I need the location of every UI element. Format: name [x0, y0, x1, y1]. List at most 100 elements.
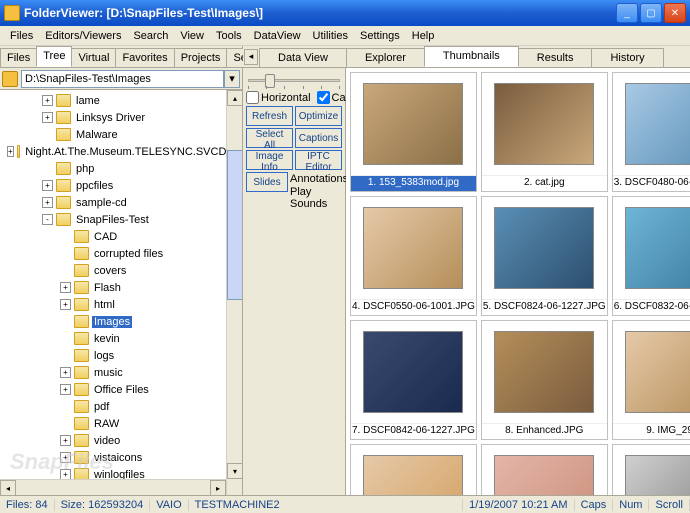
thumbnail[interactable]: 9. IMG_2955	[612, 320, 690, 440]
tree-node[interactable]: corrupted files	[2, 245, 240, 262]
scroll-down-button[interactable]: ▾	[227, 463, 242, 479]
thumbnail[interactable]: 7. DSCF0842-06-1227.JPG	[350, 320, 477, 440]
thumbnail-caption: 8. Enhanced.JPG	[482, 423, 607, 439]
tree-node[interactable]: kevin	[2, 330, 240, 347]
scroll-thumb[interactable]	[227, 150, 242, 300]
folder-icon	[56, 111, 71, 124]
control-panel: Horizontal Captions Refresh Optimize Sel…	[243, 68, 346, 495]
iptc-editor-button[interactable]: IPTC Editor	[295, 150, 342, 170]
menu-files[interactable]: Files	[4, 28, 39, 44]
scroll-right-button[interactable]: ▸	[210, 480, 226, 495]
thumbnail[interactable]: 1. 153_5383mod.jpg	[350, 72, 477, 192]
expander-icon[interactable]: +	[60, 367, 71, 378]
path-dropdown[interactable]: ▾	[224, 70, 240, 88]
expander-icon[interactable]: +	[42, 180, 53, 191]
tree-node[interactable]: +Flash	[2, 279, 240, 296]
tree-label: Office Files	[92, 384, 151, 396]
tree-node[interactable]: +sample-cd	[2, 194, 240, 211]
tree-label: video	[92, 435, 122, 447]
scroll-left-button[interactable]: ◂	[0, 480, 16, 495]
tree-label: ppcfiles	[74, 180, 115, 192]
tree-node[interactable]: +lame	[2, 92, 240, 109]
path-input[interactable]	[21, 70, 224, 88]
tree-node[interactable]: logs	[2, 347, 240, 364]
tree-node[interactable]: RAW	[2, 415, 240, 432]
select-all-button[interactable]: Select All	[246, 128, 293, 148]
left-tab-projects[interactable]: Projects	[174, 48, 228, 67]
tree-node[interactable]: covers	[2, 262, 240, 279]
thumbnail[interactable]: 11. IMG_3915.JPG	[481, 444, 608, 495]
left-tab-virtual[interactable]: Virtual	[71, 48, 116, 67]
close-button[interactable]: ✕	[664, 3, 686, 23]
left-tab-favorites[interactable]: Favorites	[115, 48, 174, 67]
tree-label: RAW	[92, 418, 121, 430]
tree-node[interactable]: +Linksys Driver	[2, 109, 240, 126]
minimize-button[interactable]: _	[616, 3, 638, 23]
folder-tree: +lame+Linksys DriverMalware+Night.At.The…	[0, 90, 242, 495]
maximize-button[interactable]: ▢	[640, 3, 662, 23]
tree-hscrollbar[interactable]: ◂ ▸	[0, 479, 226, 495]
captions-button[interactable]: Captions	[295, 128, 342, 148]
tree-node[interactable]: -SnapFiles-Test	[2, 211, 240, 228]
expander-icon[interactable]: +	[60, 282, 71, 293]
thumbnail[interactable]: 6. DSCF0832-06-1227.JPG	[612, 196, 690, 316]
expander-icon[interactable]: -	[42, 214, 53, 225]
folder-icon	[2, 71, 18, 87]
slides-button[interactable]: Slides	[246, 172, 288, 192]
tab-prev-button[interactable]: ◂	[244, 49, 258, 65]
thumbnail[interactable]: 12. IMG_3915_sketch.JPG	[612, 444, 690, 495]
thumbnail[interactable]: 4. DSCF0550-06-1001.JPG	[350, 196, 477, 316]
tree-node[interactable]: + ppcfiles	[2, 177, 240, 194]
captions-checkbox[interactable]	[317, 91, 330, 104]
optimize-button[interactable]: Optimize	[295, 106, 342, 126]
left-tab-files[interactable]: Files	[0, 48, 37, 67]
image-info-button[interactable]: Image Info	[246, 150, 293, 170]
right-tab-explorer[interactable]: Explorer	[346, 48, 425, 67]
tree-label: corrupted files	[92, 248, 165, 260]
tree-node[interactable]: +html	[2, 296, 240, 313]
tree-node[interactable]: Malware	[2, 126, 240, 143]
refresh-button[interactable]: Refresh	[246, 106, 293, 126]
menu-settings[interactable]: Settings	[354, 28, 406, 44]
tree-node[interactable]: +Night.At.The.Museum.TELESYNC.SVCD-C	[2, 143, 240, 160]
thumbnail[interactable]: 3. DSCF0480-06-0903.JPG	[612, 72, 690, 192]
thumbnail[interactable]: 8. Enhanced.JPG	[481, 320, 608, 440]
scroll-up-button[interactable]: ▴	[227, 90, 242, 106]
expander-icon[interactable]: +	[42, 112, 53, 123]
status-datetime: 1/19/2007 10:21 AM	[463, 499, 574, 511]
thumbnail[interactable]: 5. DSCF0824-06-1227.JPG	[481, 196, 608, 316]
title-bar: FolderViewer: [D:\SnapFiles-Test\Images\…	[0, 0, 690, 26]
folder-icon	[56, 179, 71, 192]
menu-help[interactable]: Help	[406, 28, 441, 44]
tree-scrollbar[interactable]: ▴ ▾	[226, 90, 242, 495]
horizontal-checkbox[interactable]	[246, 91, 259, 104]
thumbnail[interactable]: 2. cat.jpg	[481, 72, 608, 192]
expander-icon[interactable]: +	[42, 95, 53, 106]
tree-node[interactable]: php	[2, 160, 240, 177]
tree-node[interactable]: CAD	[2, 228, 240, 245]
left-tab-tree[interactable]: Tree	[36, 46, 72, 67]
expander-icon[interactable]: +	[60, 299, 71, 310]
expander-icon[interactable]: +	[7, 146, 14, 157]
right-tab-results[interactable]: Results	[518, 48, 593, 67]
tree-label: music	[92, 367, 125, 379]
right-tab-dataview[interactable]: Data View	[259, 48, 347, 67]
tree-node[interactable]: + music	[2, 364, 240, 381]
right-tab-history[interactable]: History	[591, 48, 663, 67]
right-tab-thumbnails[interactable]: Thumbnails	[424, 46, 519, 67]
menu-search[interactable]: Search	[127, 28, 174, 44]
menu-editorsviewers[interactable]: Editors/Viewers	[39, 28, 127, 44]
size-slider[interactable]	[246, 71, 342, 89]
tree-node[interactable]: + Office Files	[2, 381, 240, 398]
menu-tools[interactable]: Tools	[210, 28, 248, 44]
menu-view[interactable]: View	[174, 28, 210, 44]
expander-icon[interactable]: +	[60, 384, 71, 395]
tree-node[interactable]: Images	[2, 313, 240, 330]
thumbnail[interactable]: 10. IMG_2958.jpg	[350, 444, 477, 495]
menu-dataview[interactable]: DataView	[248, 28, 307, 44]
menu-utilities[interactable]: Utilities	[307, 28, 354, 44]
expander-icon[interactable]: +	[60, 435, 71, 446]
tree-node[interactable]: pdf	[2, 398, 240, 415]
expander-icon[interactable]: +	[42, 197, 53, 208]
tree-node[interactable]: + video	[2, 432, 240, 449]
